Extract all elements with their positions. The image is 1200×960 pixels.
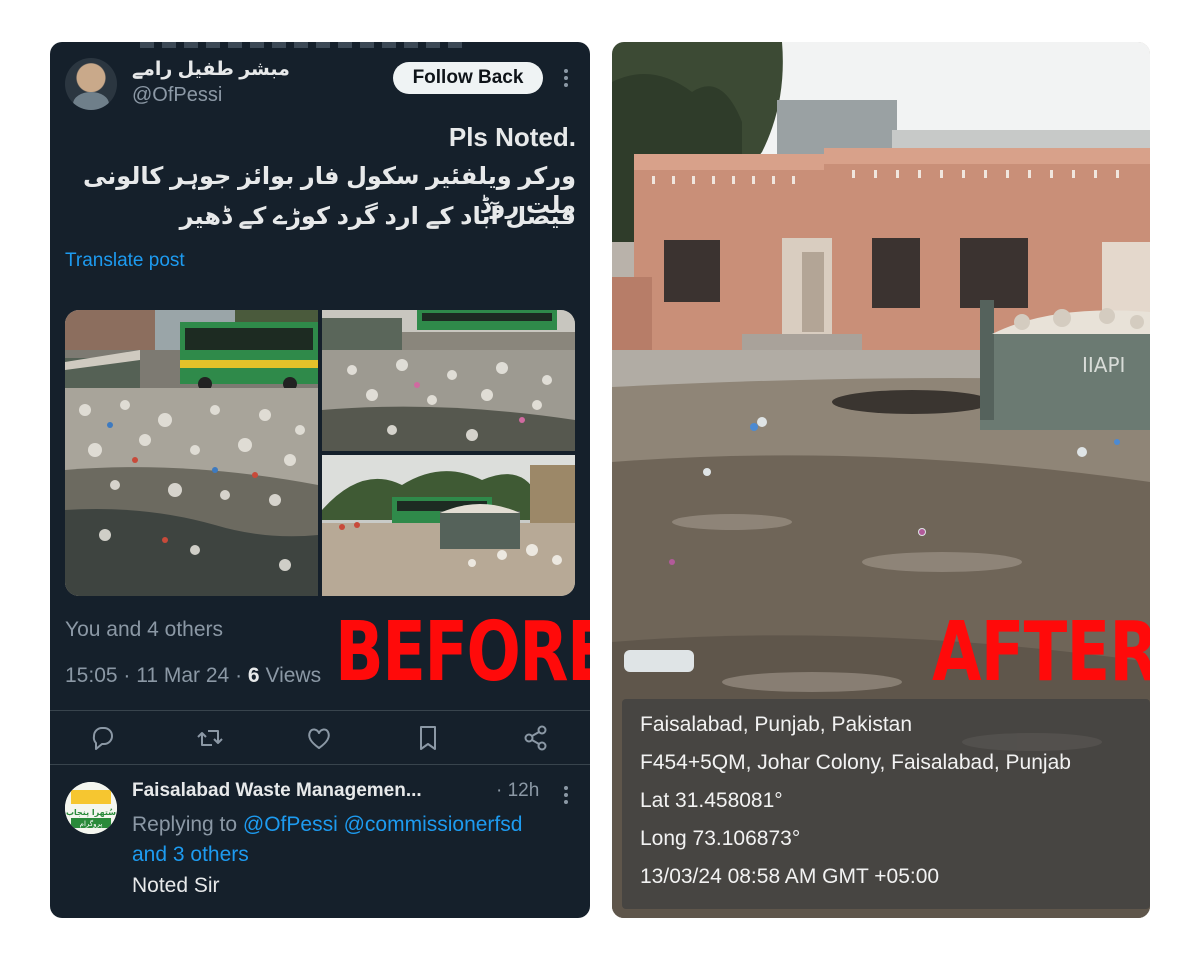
follow-back-button[interactable]: Follow Back xyxy=(393,62,543,94)
geotag-overlay: Faisalabad, Punjab, Pakistan F454+5QM, J… xyxy=(622,699,1150,909)
tweet-meta: 15:05 · 11 Mar 24 · 6 Views xyxy=(65,664,321,688)
views-count[interactable]: 6 xyxy=(248,664,260,687)
reply-icon[interactable] xyxy=(88,724,116,752)
author-name[interactable]: مبشر طفیل رامے xyxy=(132,58,290,81)
tweet-media-grid xyxy=(65,310,575,596)
repost-icon[interactable] xyxy=(196,724,224,752)
divider xyxy=(50,710,590,711)
like-icon[interactable] xyxy=(305,724,333,752)
geotag-timestamp: 13/03/24 08:58 AM GMT +05:00 xyxy=(640,865,940,888)
after-photo-panel: IIAPI AFTER Faisalabad, Punjab, Pakistan… xyxy=(612,42,1150,918)
bookmark-icon[interactable] xyxy=(414,724,442,752)
reply-time[interactable]: · 12h xyxy=(496,780,539,802)
more-options-icon[interactable] xyxy=(558,67,574,89)
reply-mentions[interactable]: @OfPessi @commissionerfsd xyxy=(243,813,523,836)
logo-text-top: سُتھرا پنجاب xyxy=(66,808,116,817)
geotag-location: Faisalabad, Punjab, Pakistan xyxy=(640,713,913,736)
tweet-date[interactable]: 11 Mar 24 xyxy=(136,664,229,687)
geotag-longitude: Long 73.106873° xyxy=(640,827,801,850)
tweet-text-line: فیصل آباد کے ارد گرد کوڑے کے ڈھیر xyxy=(179,203,576,230)
tweet-photo-garbage-road[interactable] xyxy=(322,310,575,451)
clipped-previous-text xyxy=(140,42,470,48)
reply-author-name[interactable]: Faisalabad Waste Managemen... xyxy=(132,780,422,802)
after-label: AFTER xyxy=(932,605,1150,700)
tweet-text-line: Pls Noted. xyxy=(448,122,576,152)
tweet-time[interactable]: 15:05 xyxy=(65,664,118,687)
tweet-photo-garbage-container[interactable] xyxy=(322,455,575,596)
meta-separator: · xyxy=(123,664,137,687)
tweet-panel: مبشر طفیل رامے @OfPessi Follow Back Pls … xyxy=(50,42,590,918)
replying-prefix: Replying to xyxy=(132,813,238,836)
reply-others-link[interactable]: and 3 others xyxy=(132,843,249,866)
author-avatar[interactable] xyxy=(65,58,117,110)
geotag-latitude: Lat 31.458081° xyxy=(640,789,783,812)
geotag-address: F454+5QM, Johar Colony, Faisalabad, Punj… xyxy=(640,751,1071,774)
before-label: BEFORE xyxy=(335,605,590,700)
reply-author-avatar[interactable]: سُتھرا پنجاب پروگرام xyxy=(65,782,117,834)
svg-text:IIAPI: IIAPI xyxy=(1082,353,1125,377)
replying-to: Replying to @OfPessi @commissionerfsd an… xyxy=(132,810,572,870)
reply-more-options-icon[interactable] xyxy=(558,784,574,806)
share-icon[interactable] xyxy=(522,724,550,752)
reply-text: Noted Sir xyxy=(132,874,220,897)
author-handle[interactable]: @OfPessi xyxy=(132,84,222,107)
tweet-photo-garbage-street[interactable] xyxy=(65,310,318,596)
tweet-action-bar xyxy=(50,712,590,762)
meta-separator: · xyxy=(235,664,248,687)
divider xyxy=(50,764,590,765)
logo-text-bottom: پروگرام xyxy=(80,819,103,828)
liked-by-text[interactable]: You and 4 others xyxy=(65,618,223,642)
translate-post-link[interactable]: Translate post xyxy=(65,250,185,272)
views-label[interactable]: Views xyxy=(265,664,321,687)
